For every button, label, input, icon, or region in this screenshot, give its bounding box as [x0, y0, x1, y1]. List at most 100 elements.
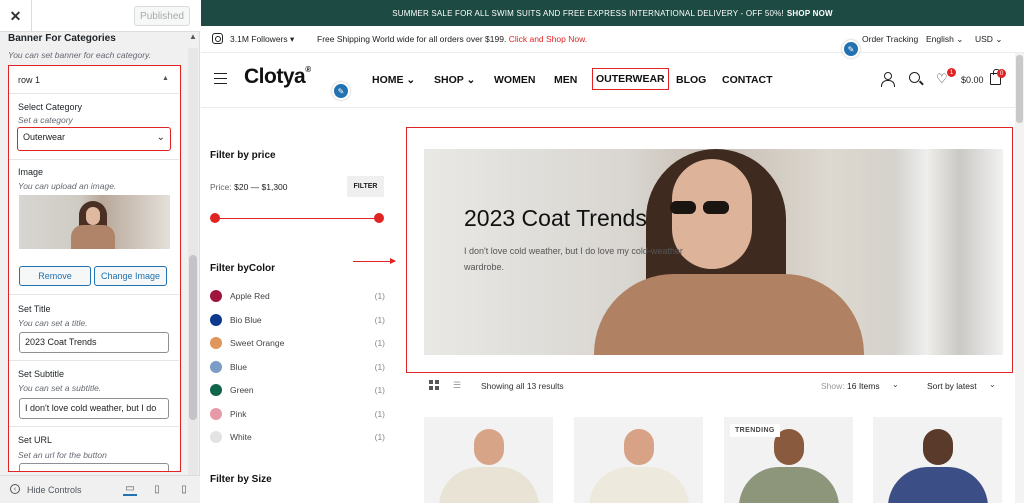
divider	[9, 294, 179, 295]
subtitle-label: Set Subtitle	[18, 369, 65, 379]
account-icon[interactable]	[881, 72, 895, 87]
list-view-icon[interactable]: ☰	[453, 380, 461, 391]
wishlist-icon[interactable]: ♡	[936, 71, 948, 87]
price-slider-min-handle[interactable]	[210, 213, 220, 223]
shipping-notice: Free Shipping World wide for all orders …	[317, 34, 587, 44]
grid-view-icon[interactable]	[429, 380, 439, 390]
instagram-icon[interactable]	[212, 33, 223, 44]
banner-figure	[670, 201, 732, 215]
category-banner[interactable]: 2023 Coat Trends I don't love cold weath…	[424, 149, 1003, 355]
product-card[interactable]	[873, 417, 1002, 503]
url-hint: Set an url for the button	[18, 450, 107, 460]
followers-dropdown[interactable]: 3.1M Followers ▾	[230, 34, 294, 45]
hamburger-menu-icon[interactable]	[214, 73, 227, 84]
product-card[interactable]: TRENDING	[724, 417, 853, 503]
close-icon[interactable]: ✕	[0, 0, 32, 32]
subtitle-input[interactable]: I don't love cold weather, but I do	[19, 398, 169, 419]
per-page-select[interactable]: 16 Items	[847, 381, 880, 391]
row-title[interactable]: row 1	[18, 75, 40, 85]
language-value: English	[926, 34, 954, 44]
color-filter-item[interactable]: Blue (1)	[210, 360, 385, 375]
url-input[interactable]	[19, 463, 169, 471]
sort-select[interactable]: Sort by latest	[927, 381, 977, 391]
language-dropdown[interactable]: English ⌄	[926, 34, 963, 45]
repeater-row: row 1 ▲ Select Category Set a category O…	[8, 65, 181, 472]
currency-dropdown[interactable]: USD ⌄	[975, 34, 1002, 45]
change-image-button[interactable]: Change Image	[94, 266, 167, 286]
chevron-down-icon[interactable]: ⌄	[892, 380, 899, 389]
customizer-header: ✕ Published	[0, 0, 200, 32]
cart-count-badge: 0	[997, 69, 1006, 78]
publish-button[interactable]: Published	[134, 6, 190, 26]
color-count: (1)	[374, 361, 385, 372]
search-icon[interactable]	[909, 72, 920, 83]
color-filter-item[interactable]: Apple Red (1)	[210, 290, 385, 304]
price-slider-max-handle[interactable]	[374, 213, 384, 223]
section-title: Banner For Categories	[8, 33, 116, 44]
hide-controls-icon[interactable]: ‹	[10, 484, 20, 494]
nav-men[interactable]: MEN	[554, 74, 577, 86]
hide-controls-button[interactable]: Hide Controls	[27, 485, 82, 495]
desktop-preview-icon[interactable]: ▭	[123, 482, 137, 496]
site-scrollbar-thumb[interactable]	[1016, 55, 1023, 123]
announcement-text: SUMMER SALE FOR ALL SWIM SUITS AND FREE …	[392, 8, 784, 18]
shop-now-link[interactable]: SHOP NOW	[787, 9, 833, 18]
filter-button[interactable]: FILTER	[347, 176, 384, 197]
subtitle-hint: You can set a subtitle.	[18, 383, 102, 393]
mobile-preview-icon[interactable]: ▯	[177, 482, 191, 496]
product-card[interactable]	[574, 417, 703, 503]
color-filter-title: Filter byColor	[210, 263, 276, 274]
banner-title: 2023 Coat Trends	[464, 205, 647, 231]
color-count: (1)	[374, 291, 385, 301]
product-image	[888, 467, 988, 503]
price-slider-track[interactable]	[214, 218, 380, 219]
nav-home[interactable]: HOME ⌄	[372, 74, 415, 86]
cart-total[interactable]: $0.00	[961, 75, 984, 85]
color-filter-item[interactable]: Sweet Orange (1)	[210, 337, 385, 351]
title-hint: You can set a title.	[18, 318, 88, 328]
nav-shop[interactable]: SHOP ⌄	[434, 74, 475, 86]
nav-blog[interactable]: BLOG	[676, 74, 706, 86]
thumb-figure	[71, 225, 115, 249]
color-name: Apple Red	[230, 291, 270, 301]
product-card[interactable]	[424, 417, 553, 503]
chevron-up-icon[interactable]: ▲	[189, 32, 197, 41]
color-filter-item[interactable]: White (1)	[210, 431, 385, 445]
banner-background	[894, 149, 1003, 355]
panel-scrollbar-thumb[interactable]	[189, 255, 197, 420]
chevron-down-icon[interactable]: ⌄	[989, 380, 996, 389]
image-thumbnail[interactable]	[19, 195, 170, 249]
color-swatch	[210, 407, 222, 420]
product-image	[624, 429, 654, 465]
color-name: Blue	[230, 361, 248, 372]
color-swatch	[210, 384, 222, 396]
customizer-footer: ‹ Hide Controls ▭ ▯ ▯	[0, 475, 200, 503]
site-logo[interactable]: Clotya®	[244, 65, 311, 89]
edit-shortcut-icon[interactable]: ✎	[842, 40, 860, 58]
color-filter-item[interactable]: Green (1)	[210, 384, 385, 398]
color-filter-item[interactable]: Bio Blue (1)	[210, 313, 385, 328]
nav-home-label: HOME	[372, 74, 404, 86]
nav-outerwear[interactable]: OUTERWEAR	[592, 68, 669, 90]
title-input[interactable]: 2023 Coat Trends	[19, 332, 169, 353]
color-name: Bio Blue	[230, 314, 262, 325]
order-tracking-link[interactable]: Order Tracking	[862, 34, 918, 44]
logo-text: Clotya	[244, 65, 306, 88]
arrow-annotation-icon	[353, 258, 396, 264]
followers-count: 3.1M Followers	[230, 34, 288, 44]
edit-shortcut-icon[interactable]: ✎	[332, 82, 350, 100]
remove-image-button[interactable]: Remove	[19, 266, 91, 286]
tablet-preview-icon[interactable]: ▯	[150, 482, 164, 496]
size-filter-title: Filter by Size	[210, 474, 272, 485]
category-select[interactable]: Outerwear ⌄	[17, 127, 171, 151]
nav-women[interactable]: WOMEN	[494, 74, 535, 86]
divider	[9, 159, 179, 160]
product-image	[474, 429, 504, 465]
color-swatch	[210, 313, 222, 326]
chevron-up-icon[interactable]: ▲	[162, 75, 169, 82]
site-preview: SUMMER SALE FOR ALL SWIM SUITS AND FREE …	[201, 0, 1024, 503]
nav-contact[interactable]: CONTACT	[722, 74, 773, 86]
color-filter-item[interactable]: Pink (1)	[210, 407, 385, 422]
trending-badge: TRENDING	[730, 424, 780, 437]
shipping-link[interactable]: Click and Shop Now.	[509, 34, 587, 44]
